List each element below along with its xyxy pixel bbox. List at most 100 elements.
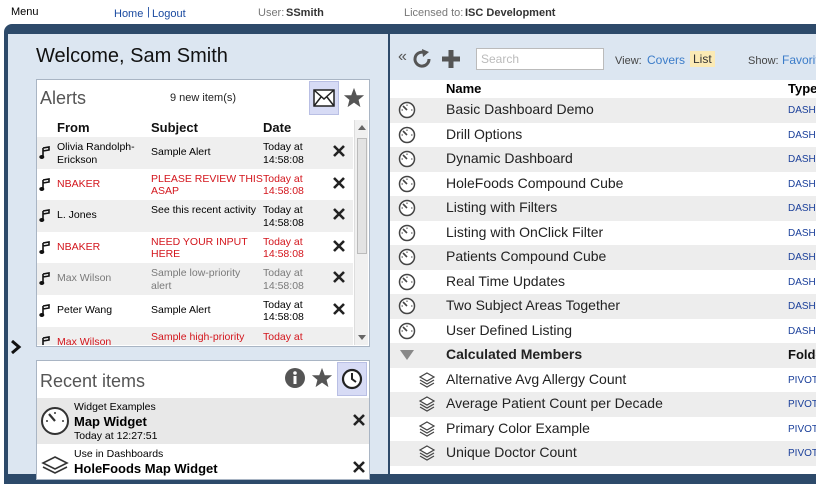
dashboard-row[interactable]: HoleFoods Compound Cube DASHBOARD [390,172,816,197]
item-name: Alternative Avg Allergy Count [446,371,626,387]
dashboard-row[interactable]: Listing with FiltersDASHBOARD [390,196,816,221]
alert-row[interactable]: Olivia Randolph-Erickson Sample Alert To… [37,137,353,169]
close-icon[interactable] [333,271,347,285]
dashboard-row[interactable]: Listing with OnClick FilterDASHBOARD [390,221,816,246]
alert-date: Today at 14:58:08 [263,236,323,261]
dashboard-icon [398,126,416,144]
toolbar: « View: Covers List Show: Favorites [390,34,816,80]
dashboard-row[interactable]: User Defined ListingDASHBOARD [390,319,816,344]
alert-date: Today at 14:58:08 [263,204,323,229]
alert-date: Today at 14:58:08 [263,141,323,166]
scroll-up-arrow[interactable] [358,125,366,130]
search-input[interactable] [476,48,604,70]
item-name: HoleFoods Compound Cube [446,175,623,191]
note-icon [39,178,51,192]
close-icon[interactable] [333,240,347,254]
pivot-icon [418,420,436,438]
dashboard-row[interactable]: Patients Compound CubeDASHBOARD [390,245,816,270]
dashboard-row[interactable]: Drill OptionsDASHBOARD [390,123,816,148]
close-icon[interactable] [353,414,367,428]
right-panel: « View: Covers List Show: Favorites Name… [390,34,816,474]
dashboard-icon [398,199,416,217]
item-type: DASHBOARD [788,179,816,190]
folder-row[interactable]: Calculated MembersFolder [390,343,816,368]
dashboard-row[interactable]: Dynamic DashboardDASHBOARD [390,147,816,172]
pivot-row[interactable]: Unique Doctor CountPIVOT [390,441,816,466]
column-date[interactable]: Date [263,120,291,136]
recent-item-type: Widget Examples [74,401,156,413]
close-icon[interactable] [353,461,367,475]
scroll-down-arrow[interactable] [358,335,366,340]
scroll-thumb[interactable] [357,138,367,254]
alert-subject: PLEASE REVIEW THIS ASAP [151,173,263,198]
note-icon [39,304,51,318]
column-type[interactable]: Type [788,81,816,96]
show-favorites-link[interactable]: Favorites [782,53,816,67]
recent-item-type: Use in Dashboards [74,448,163,460]
add-icon[interactable] [439,47,463,71]
close-icon[interactable] [333,145,347,159]
column-subject[interactable]: Subject [151,120,198,136]
view-covers-link[interactable]: Covers [647,53,685,67]
alert-row[interactable]: Max Wilson Sample low-priority alert Tod… [37,263,353,295]
item-name: Basic Dashboard Demo [446,101,594,117]
welcome-title: Welcome, Sam Smith [36,45,228,68]
dashboard-icon [398,248,416,266]
close-icon[interactable] [333,177,347,191]
alerts-scrollbar[interactable] [354,120,368,345]
clock-icon[interactable] [337,362,367,396]
item-name: User Defined Listing [446,322,572,338]
item-type: DASHBOARD [788,301,816,312]
close-icon[interactable] [333,208,347,222]
mail-icon[interactable] [309,81,339,115]
star-icon[interactable] [309,365,335,391]
alert-row[interactable]: Peter Wang Sample Alert Today at 14:58:0… [37,295,353,327]
dashboard-icon [398,150,416,168]
dashboard-row[interactable]: Two Subject Areas TogetherDASHBOARD [390,294,816,319]
item-type: DASHBOARD [788,130,816,141]
alert-row[interactable]: NBAKER NEED YOUR INPUT HERE Today at 14:… [37,232,353,264]
alert-from: NBAKER [57,178,152,191]
refresh-icon[interactable] [411,47,433,71]
gauge-icon [40,406,70,436]
dashboard-row[interactable]: Real Time UpdatesDASHBOARD [390,270,816,295]
item-type: DASHBOARD [788,277,816,288]
pivot-row[interactable]: Average Patient Count per DecadePIVOT [390,392,816,417]
pivot-icon [418,444,436,462]
expand-panel-icon[interactable] [10,340,22,359]
show-label: Show: [748,55,779,67]
recent-item[interactable]: Use in Dashboards HoleFoods Map Widget [37,445,369,491]
logout-link[interactable]: Logout [152,8,186,20]
view-list-link[interactable]: List [690,51,715,67]
dashboard-row[interactable]: Basic Dashboard DemoDASHBOARD [390,98,816,123]
column-from[interactable]: From [57,120,90,136]
info-icon[interactable] [283,365,307,391]
home-link[interactable]: Home [114,8,143,20]
alert-subject: Sample high-priority [151,331,263,344]
list-header: Name Type [390,80,816,98]
recent-title: Recent items [40,371,145,392]
alert-row[interactable]: NBAKER PLEASE REVIEW THIS ASAP Today at … [37,169,353,201]
alert-row[interactable]: Max Wilson Sample high-priority Today at [37,327,353,345]
column-name[interactable]: Name [446,81,481,96]
alert-date: Today at 14:58:08 [263,173,323,198]
item-type: DASHBOARD [788,203,816,214]
item-type: DASHBOARD [788,252,816,263]
collapse-left-icon[interactable]: « [398,48,407,66]
recent-item-name: HoleFoods Map Widget [74,461,218,476]
alert-from: L. Jones [57,209,152,222]
alert-row[interactable]: L. Jones See this recent activity Today … [37,200,353,232]
item-type: PIVOT [788,399,816,410]
pivot-row[interactable]: Alternative Avg Allergy Count PIVOT [390,368,816,393]
recent-item-name: Map Widget [74,414,147,429]
star-icon[interactable] [341,82,367,114]
recent-item[interactable]: Widget Examples Map Widget Today at 12:2… [37,398,369,444]
menu-link[interactable]: Menu [11,6,39,18]
item-type: PIVOT [788,375,816,386]
item-type: PIVOT [788,424,816,435]
alerts-panel: Alerts 9 new item(s) From Subject Date O… [36,79,370,347]
alert-subject: NEED YOUR INPUT HERE [151,236,263,261]
alert-from: Max Wilson [57,336,152,345]
close-icon[interactable] [333,303,347,317]
pivot-row[interactable]: Primary Color ExamplePIVOT [390,417,816,442]
